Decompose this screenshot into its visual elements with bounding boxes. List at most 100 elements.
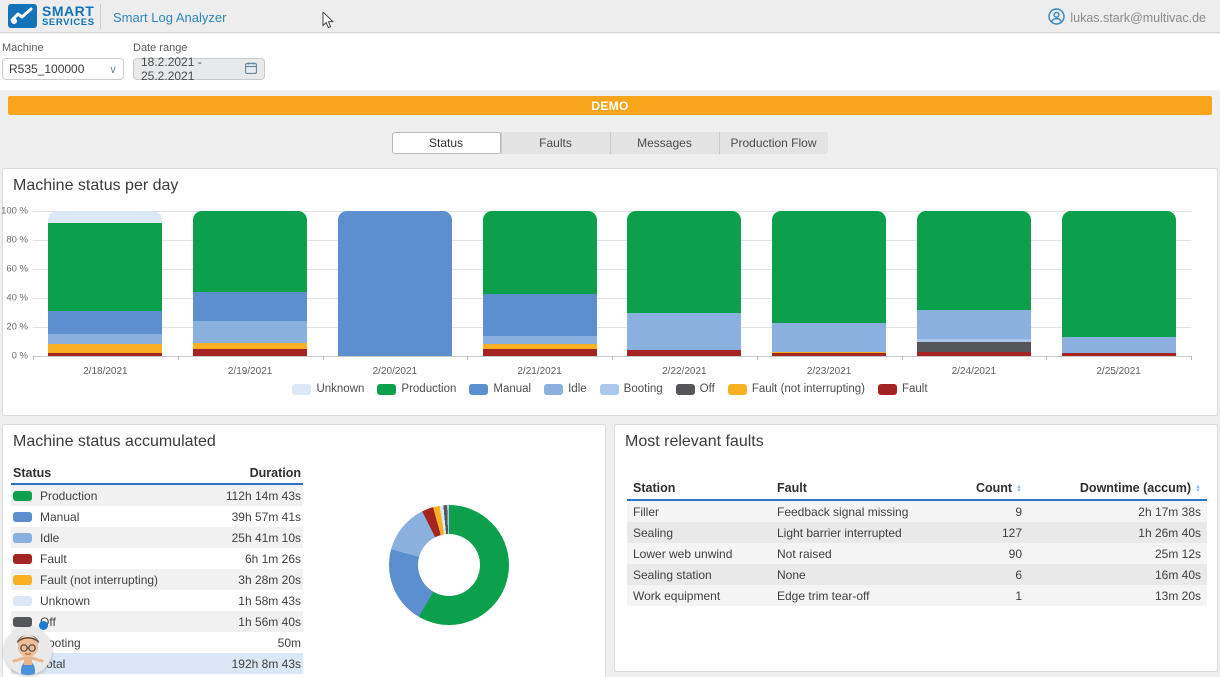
table-row[interactable]: Booting50m — [11, 632, 303, 653]
table-row[interactable]: Idle25h 41m 10s — [11, 527, 303, 548]
table-row[interactable]: FillerFeedback signal missing92h 17m 38s — [627, 501, 1207, 522]
bar-column[interactable]: 2/24/2021 — [902, 211, 1047, 377]
table-row[interactable]: Unknown1h 58m 43s — [11, 590, 303, 611]
tab-production-flow[interactable]: Production Flow — [719, 132, 828, 154]
bar-segment-idle — [627, 313, 741, 351]
bar-segment-manual — [48, 311, 162, 334]
table-row[interactable]: Work equipmentEdge trim tear-off113m 20s — [627, 585, 1207, 606]
status-swatch — [13, 617, 32, 627]
table-row[interactable]: Production112h 14m 43s — [11, 485, 303, 506]
filter-bar: Machine R535_100000 ∨ Date range 18.2.20… — [0, 34, 1220, 90]
faults-table-header: Station Fault Count▲▼ Downtime (accum)▲▼ — [627, 477, 1207, 501]
x-axis-tick-label: 2/22/2021 — [612, 366, 757, 377]
date-range-input[interactable]: 18.2.2021 - 25.2.2021 — [133, 58, 265, 80]
bar-segment-production — [917, 211, 1031, 310]
status-donut-chart[interactable] — [389, 505, 509, 625]
bar-segment-production — [483, 211, 597, 294]
most-relevant-faults-panel: Most relevant faults Station Fault Count… — [614, 424, 1218, 672]
legend-swatch — [676, 384, 695, 395]
bar-segment-unknown — [48, 211, 162, 223]
logo-line1: SMART — [42, 4, 95, 18]
chart-panel-title: Machine status per day — [13, 177, 178, 195]
header-divider — [100, 4, 101, 29]
legend-item: Idle — [544, 383, 587, 395]
user-account[interactable]: lukas.stark@multivac.de — [1048, 8, 1206, 28]
x-axis-tick-label: 2/25/2021 — [1046, 366, 1191, 377]
table-row[interactable]: SealingLight barrier interrupted1271h 26… — [627, 522, 1207, 543]
user-email: lukas.stark@multivac.de — [1070, 11, 1206, 25]
y-axis-tick-label: 0 % — [1, 351, 28, 362]
y-axis-tick-label: 20 % — [1, 322, 28, 333]
mouse-cursor — [322, 12, 335, 35]
table-row[interactable]: Fault6h 1m 26s — [11, 548, 303, 569]
status-swatch — [13, 533, 32, 543]
total-duration: 192h 8m 43s — [193, 657, 303, 671]
table-row-total: Total 192h 8m 43s — [11, 653, 303, 674]
tab-status[interactable]: Status — [392, 132, 501, 154]
bar-column[interactable]: 2/23/2021 — [757, 211, 902, 377]
y-axis-tick-label: 40 % — [1, 293, 28, 304]
faults-table: Station Fault Count▲▼ Downtime (accum)▲▼… — [627, 477, 1207, 606]
x-axis-tick-label: 2/19/2021 — [178, 366, 323, 377]
legend-item: Unknown — [292, 383, 364, 395]
y-axis-tick-label: 80 % — [1, 235, 28, 246]
y-axis-tick-label: 60 % — [1, 264, 28, 275]
tab-messages[interactable]: Messages — [610, 132, 719, 154]
station-column-header: Station — [627, 481, 777, 495]
y-axis-tick-label: 100 % — [1, 206, 28, 217]
x-axis-tick-label: 2/24/2021 — [902, 366, 1047, 377]
machine-select-value: R535_100000 — [9, 62, 84, 76]
top-header: SMART SERVICES Smart Log Analyzer lukas.… — [0, 0, 1220, 33]
bar-column[interactable]: 2/22/2021 — [612, 211, 757, 377]
view-tabs: Status Faults Messages Production Flow — [0, 132, 1220, 154]
bar-column[interactable]: 2/20/2021 — [323, 211, 468, 377]
bar-segment-idle — [48, 334, 162, 344]
table-row[interactable]: Manual39h 57m 41s — [11, 506, 303, 527]
logo-chart-icon — [8, 4, 37, 28]
bar-column[interactable]: 2/19/2021 — [178, 211, 323, 377]
smart-services-logo[interactable]: SMART SERVICES — [8, 4, 95, 28]
bar-segment-production — [772, 211, 886, 323]
legend-item: Off — [676, 383, 715, 395]
bar-segment-fault — [193, 349, 307, 356]
bar-column[interactable]: 2/18/2021 — [33, 211, 178, 377]
machine-select[interactable]: R535_100000 ∨ — [2, 58, 124, 80]
sort-icon: ▲▼ — [1195, 485, 1201, 493]
legend-swatch — [292, 384, 311, 395]
bar-segment-fault-not-interrupting- — [48, 344, 162, 353]
bar-segment-fault — [627, 350, 741, 356]
machine-label: Machine — [2, 42, 124, 54]
downtime-column-header[interactable]: Downtime (accum)▲▼ — [1022, 481, 1207, 495]
bar-segment-manual — [338, 211, 452, 356]
legend-item: Manual — [469, 383, 531, 395]
table-row[interactable]: Off1h 56m 40s — [11, 611, 303, 632]
bar-column[interactable]: 2/21/2021 — [467, 211, 612, 377]
machine-status-accumulated-panel: Machine status accumulated Status Durati… — [2, 424, 606, 677]
table-row[interactable]: Lower web unwindNot raised9025m 12s — [627, 543, 1207, 564]
count-column-header[interactable]: Count▲▼ — [927, 481, 1022, 495]
tab-group: Status Faults Messages Production Flow — [393, 132, 828, 154]
accumulated-table-body: Production112h 14m 43sManual39h 57m 41sI… — [11, 485, 303, 653]
bar-segment-fault — [917, 352, 1031, 356]
chart-legend: UnknownProductionManualIdleBootingOffFau… — [3, 383, 1217, 395]
legend-swatch — [600, 384, 619, 395]
logo-line2: SERVICES — [42, 18, 95, 28]
assistant-avatar[interactable] — [4, 627, 52, 675]
bar-segment-production — [48, 223, 162, 311]
stacked-bar-chart[interactable]: 2/18/20212/19/20212/20/20212/21/20212/22… — [33, 211, 1191, 377]
x-axis-tick-label: 2/18/2021 — [33, 366, 178, 377]
duration-column-header: Duration — [193, 466, 303, 480]
legend-item: Fault (not interrupting) — [728, 383, 865, 395]
legend-item: Fault — [878, 383, 928, 395]
bar-segment-manual — [483, 294, 597, 336]
bar-segment-production — [193, 211, 307, 292]
bar-segment-off — [917, 342, 1031, 352]
bar-column[interactable]: 2/25/2021 — [1046, 211, 1191, 377]
table-row[interactable]: Fault (not interrupting)3h 28m 20s — [11, 569, 303, 590]
table-row[interactable]: Sealing stationNone616m 40s — [627, 564, 1207, 585]
tab-faults[interactable]: Faults — [501, 132, 610, 154]
x-axis-tick-label: 2/23/2021 — [757, 366, 902, 377]
legend-swatch — [878, 384, 897, 395]
demo-banner: DEMO — [8, 96, 1212, 115]
legend-swatch — [728, 384, 747, 395]
